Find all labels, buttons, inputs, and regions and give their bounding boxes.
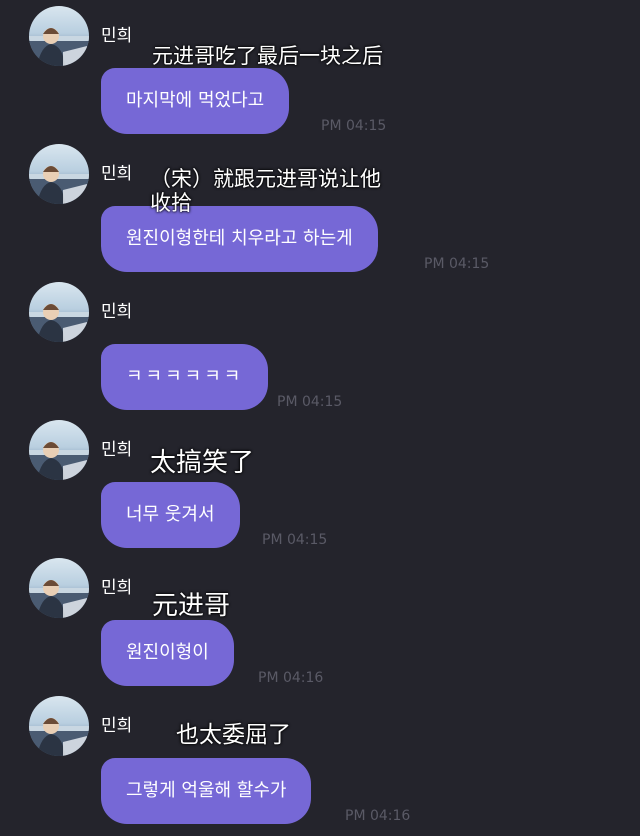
translation-caption: 也太委屈了 [176,722,291,748]
translation-caption: （宋）就跟元进哥说让他 收拾 [150,167,381,215]
translation-caption: 元进哥 [152,591,231,621]
message-time: PM 04:15 [321,118,387,134]
avatar-photo-icon [29,166,89,204]
message-bubble[interactable]: ㅋㅋㅋㅋㅋㅋ [101,344,269,410]
translation-caption: 元进哥吃了最后一块之后 [152,44,383,68]
profile-avatar[interactable] [29,282,89,342]
profile-avatar[interactable] [29,696,89,756]
sender-name: 민희 [101,578,133,598]
sender-name: 민희 [101,302,133,322]
avatar-photo-icon [29,718,89,756]
message-time: PM 04:15 [424,256,490,272]
message-bubble[interactable]: 마지막에 먹었다고 [101,68,290,134]
avatar-photo-icon [29,442,89,480]
message-time: PM 04:15 [262,532,328,548]
message-bubble[interactable]: 원진이형이 [101,620,234,686]
profile-avatar[interactable] [29,558,89,618]
message-time: PM 04:16 [345,808,411,824]
sender-name: 민희 [101,440,133,460]
message-bubble[interactable]: 그렇게 억울해 할수가 [101,758,312,824]
sender-name: 민희 [101,164,133,184]
message-time: PM 04:15 [277,394,343,410]
avatar-photo-icon [29,580,89,618]
chat-screen: 민희 元进哥吃了最后一块之后 마지막에 먹었다고 PM 04:15 민희 （宋）… [0,0,640,836]
sender-name: 민희 [101,26,133,46]
profile-avatar[interactable] [29,420,89,480]
avatar-photo-icon [29,304,89,342]
translation-caption: 太搞笑了 [150,448,255,478]
message-bubble[interactable]: 원진이형한테 치우라고 하는게 [101,206,378,272]
profile-avatar[interactable] [29,144,89,204]
avatar-photo-icon [29,28,89,66]
sender-name: 민희 [101,716,133,736]
profile-avatar[interactable] [29,6,89,66]
message-time: PM 04:16 [258,670,324,686]
message-bubble[interactable]: 너무 웃겨서 [101,482,240,548]
